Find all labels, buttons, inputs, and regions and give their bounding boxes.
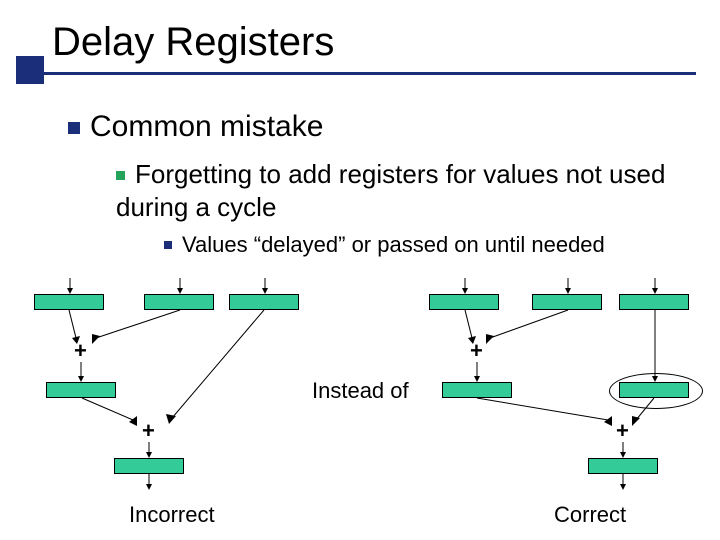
arrow-down-icon (620, 474, 626, 490)
register-box (532, 294, 602, 310)
register-box (46, 382, 116, 398)
register-box (429, 294, 499, 310)
bullet-l1-text: Common mistake (90, 110, 323, 143)
correct-label: Correct (554, 502, 626, 528)
arrow-down-icon (67, 278, 73, 294)
arrow-down-icon (146, 474, 152, 490)
instead-of-label: Instead of (312, 378, 409, 404)
bullet-level-3: Values “delayed” or passed on until need… (164, 232, 605, 258)
bullet-l3-text: Values “delayed” or passed on until need… (182, 232, 605, 257)
register-box (619, 294, 689, 310)
bullet-level-2: Forgetting to add registers for values n… (116, 158, 676, 223)
arrow-icon (484, 310, 574, 344)
arrow-down-icon (262, 278, 268, 294)
arrow-down-icon (177, 278, 183, 294)
register-box (229, 294, 299, 310)
arrow-down-icon (462, 278, 468, 294)
arrow-icon (164, 310, 274, 424)
register-box (34, 294, 104, 310)
bullet-l2-text: Forgetting to add registers for values n… (116, 159, 665, 222)
arrow-icon (79, 398, 139, 426)
arrow-icon (630, 398, 658, 426)
title-underline (16, 72, 696, 75)
plus-icon: + (616, 418, 629, 444)
diagram-area: + + Incorrect Instead of + + Correct (34, 270, 714, 530)
bullet-level-1: Common mistake (68, 110, 323, 144)
arrow-down-icon (652, 278, 658, 294)
arrow-down-icon (652, 310, 658, 382)
arrow-down-icon (565, 278, 571, 294)
square-bullet-icon (116, 171, 125, 180)
arrow-down-icon (146, 442, 152, 458)
square-bullet-icon (164, 241, 172, 249)
square-bullet-icon (68, 122, 80, 134)
arrow-down-icon (474, 362, 480, 382)
plus-icon: + (74, 338, 87, 364)
arrow-icon (474, 398, 614, 426)
arrow-down-icon (78, 362, 84, 382)
register-box (588, 458, 658, 474)
plus-icon: + (142, 418, 155, 444)
register-box (442, 382, 512, 398)
page-title: Delay Registers (52, 20, 334, 65)
plus-icon: + (470, 338, 483, 364)
register-box (144, 294, 214, 310)
incorrect-label: Incorrect (129, 502, 215, 528)
accent-block (16, 56, 44, 84)
register-box (114, 458, 184, 474)
arrow-down-icon (620, 442, 626, 458)
